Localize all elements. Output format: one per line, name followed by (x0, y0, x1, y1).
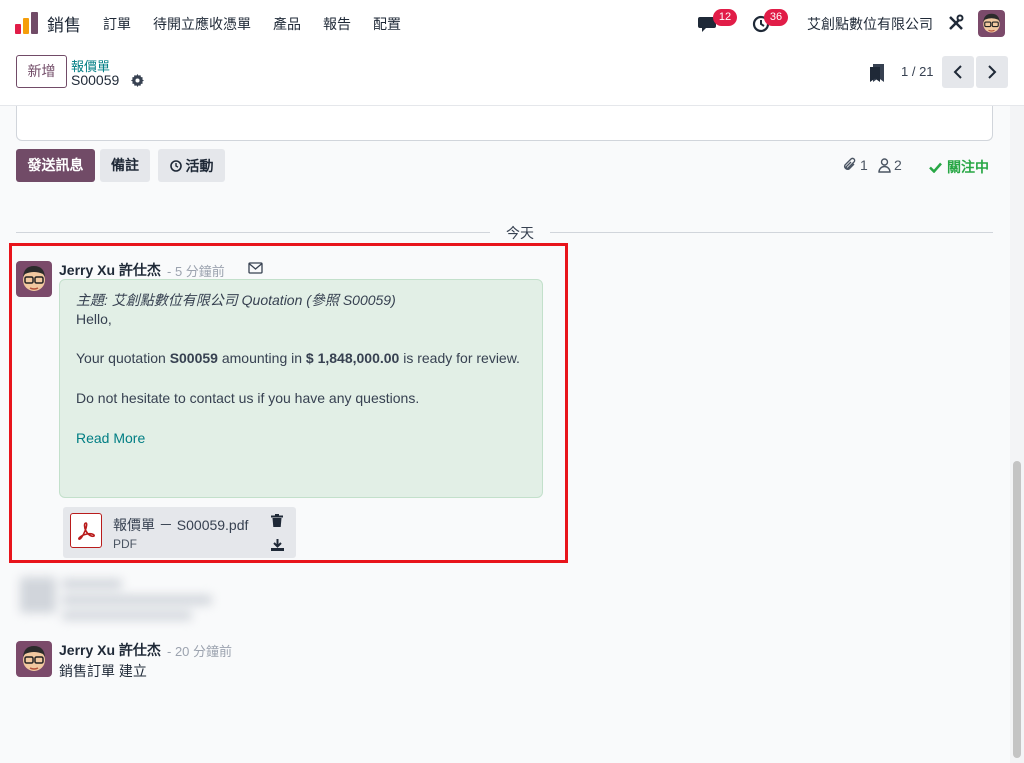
paperclip-icon (844, 157, 856, 170)
attachments-count: 1 (860, 157, 868, 173)
message-body: 銷售訂單 建立 (59, 663, 147, 679)
blurred-line (62, 579, 122, 589)
chevron-right-icon (988, 65, 997, 79)
debug-tools-icon[interactable] (947, 14, 965, 32)
top-navbar: 銷售 訂單 待開立應收憑單 產品 報告 配置 12 36 艾創點數位有限公司 (0, 0, 1024, 46)
bookmark-icon[interactable] (870, 64, 884, 82)
main-menu: 訂單 待開立應收憑單 產品 報告 配置 (103, 14, 423, 34)
day-separator-label: 今天 (490, 223, 550, 243)
log-note-button[interactable]: 備註 (100, 149, 150, 182)
pager-value[interactable]: 1 / 21 (901, 64, 934, 79)
blurred-message (16, 571, 221, 626)
activities-badge: 36 (764, 9, 788, 26)
user-icon (878, 157, 891, 173)
composer-box[interactable] (16, 106, 993, 141)
check-icon (929, 162, 942, 173)
highlight-box (9, 243, 568, 563)
chatter-area: 發送訊息 備註 活動 1 2 關注中 今天 Jerry Xu 許仕杰 - 5 分… (0, 106, 1010, 763)
attachments-counter[interactable]: 1 (843, 157, 868, 173)
pager-next-button[interactable] (976, 56, 1008, 88)
day-separator: 今天 (16, 223, 993, 243)
following-button[interactable]: 關注中 (929, 157, 989, 177)
scrollbar-thumb[interactable] (1013, 461, 1021, 758)
activities-label: 活動 (185, 157, 214, 174)
blurred-line (62, 595, 212, 605)
message-time: - 20 分鐘前 (167, 644, 233, 659)
followers-count: 2 (894, 157, 902, 173)
menu-orders[interactable]: 訂單 (103, 14, 131, 34)
menu-reporting[interactable]: 報告 (323, 14, 351, 34)
following-label: 關注中 (947, 159, 989, 175)
clock-icon (169, 159, 182, 172)
new-button[interactable]: 新增 (16, 55, 67, 88)
menu-products[interactable]: 產品 (273, 14, 301, 34)
message-author[interactable]: Jerry Xu 許仕杰 (59, 640, 161, 660)
blurred-avatar (20, 577, 56, 613)
messages-badge: 12 (713, 9, 737, 26)
app-name[interactable]: 銷售 (47, 11, 81, 36)
chevron-left-icon (953, 65, 962, 79)
pager-previous-button[interactable] (942, 56, 974, 88)
message-author-avatar[interactable] (16, 641, 52, 677)
blurred-line (62, 611, 192, 620)
gear-icon[interactable] (131, 74, 144, 87)
sales-app-icon[interactable] (15, 12, 39, 34)
send-message-button[interactable]: 發送訊息 (16, 149, 95, 182)
menu-to-invoice[interactable]: 待開立應收憑單 (153, 14, 251, 34)
activities-button[interactable]: 活動 (158, 149, 225, 182)
control-panel: 新增 報價單 S00059 1 / 21 (0, 46, 1024, 106)
menu-configuration[interactable]: 配置 (373, 14, 401, 34)
company-switcher[interactable]: 艾創點數位有限公司 (807, 14, 933, 34)
followers-counter[interactable]: 2 (878, 157, 902, 173)
user-avatar[interactable] (978, 10, 1005, 37)
breadcrumb-current-record: S00059 (71, 72, 120, 88)
vertical-scrollbar[interactable] (1010, 106, 1024, 763)
